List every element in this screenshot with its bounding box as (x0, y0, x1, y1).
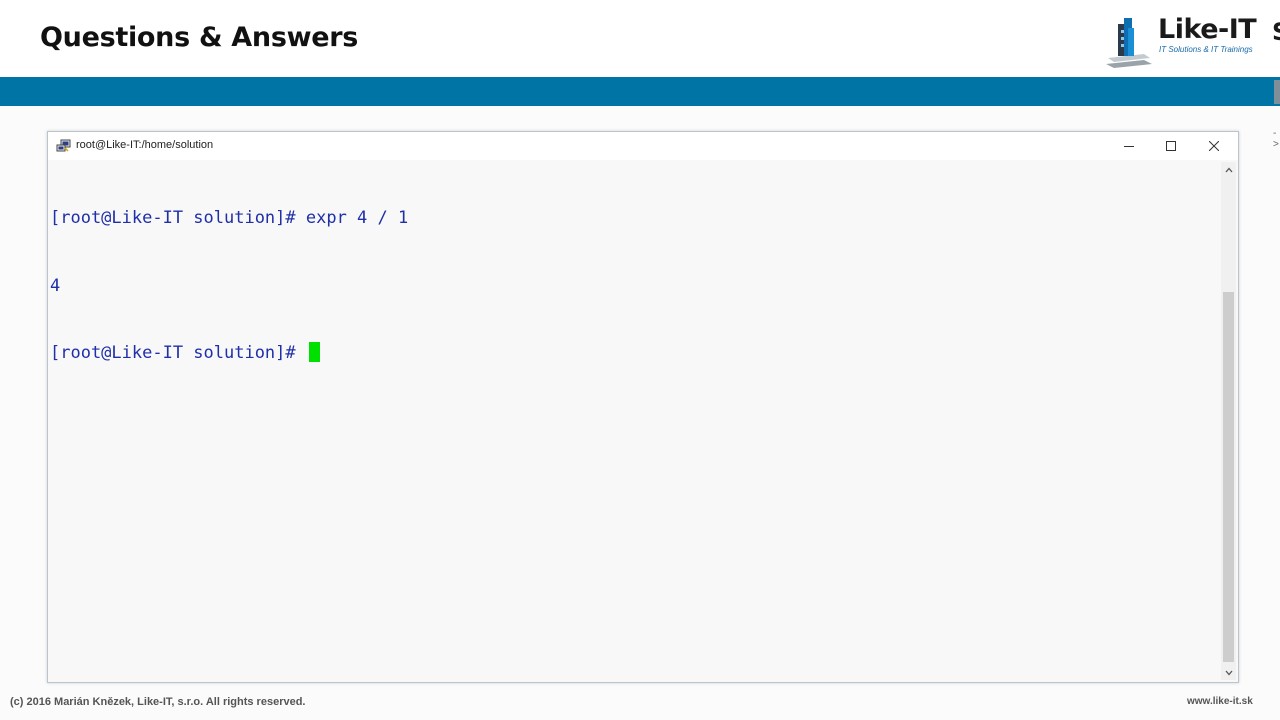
window-title: root@Like-IT:/home/solution (76, 139, 214, 151)
terminal-line: [root@Like-IT solution]# expr 4 / 1 (50, 207, 1220, 230)
terminal-output[interactable]: [root@Like-IT solution]# expr 4 / 1 4 [r… (50, 162, 1220, 677)
header-band (0, 77, 1280, 106)
minimize-icon (1124, 146, 1134, 147)
chevron-up-icon (1225, 167, 1232, 172)
logo-name: Like-IT (1158, 14, 1257, 45)
close-icon (1209, 141, 1219, 151)
minimize-button[interactable] (1108, 132, 1150, 160)
scroll-up-button[interactable] (1221, 162, 1236, 177)
maximize-icon (1166, 141, 1176, 151)
terminal-prompt-text: [root@Like-IT solution]# (50, 343, 306, 363)
maximize-button[interactable] (1150, 132, 1192, 160)
terminal-line-text: [root@Like-IT solution]# expr 4 / 1 (50, 208, 409, 228)
company-logo: Like-IT IT Solutions & IT Trainings (1104, 12, 1280, 70)
edge-scroll-marker (1274, 80, 1280, 104)
slide-header: Questions & Answers Like-IT IT Solutions… (0, 0, 1280, 77)
vertical-scrollbar[interactable] (1221, 162, 1236, 680)
terminal-line: [root@Like-IT solution]# (50, 342, 1220, 365)
edge-marks: - > (1273, 128, 1279, 150)
scroll-thumb[interactable] (1223, 292, 1234, 662)
chevron-down-icon (1225, 670, 1232, 675)
terminal-cursor (308, 342, 320, 362)
terminal-line: 4 (50, 275, 1220, 298)
building-logo-icon (1106, 18, 1152, 68)
logo-clipped-glyph: S (1272, 18, 1280, 48)
terminal-line-text: 4 (50, 275, 61, 296)
footer-copyright: (c) 2016 Marián Knězek, Like-IT, s.r.o. … (10, 696, 306, 708)
window-title-bar[interactable]: root@Like-IT:/home/solution (48, 132, 1238, 160)
terminal-window: root@Like-IT:/home/solution [root@Like-I… (47, 131, 1239, 683)
putty-icon[interactable] (56, 139, 71, 153)
slide-title: Questions & Answers (40, 22, 359, 53)
close-button[interactable] (1193, 132, 1235, 160)
footer-website: www.like-it.sk (1187, 696, 1253, 707)
scroll-down-button[interactable] (1221, 665, 1236, 680)
logo-tagline: IT Solutions & IT Trainings (1159, 45, 1253, 54)
